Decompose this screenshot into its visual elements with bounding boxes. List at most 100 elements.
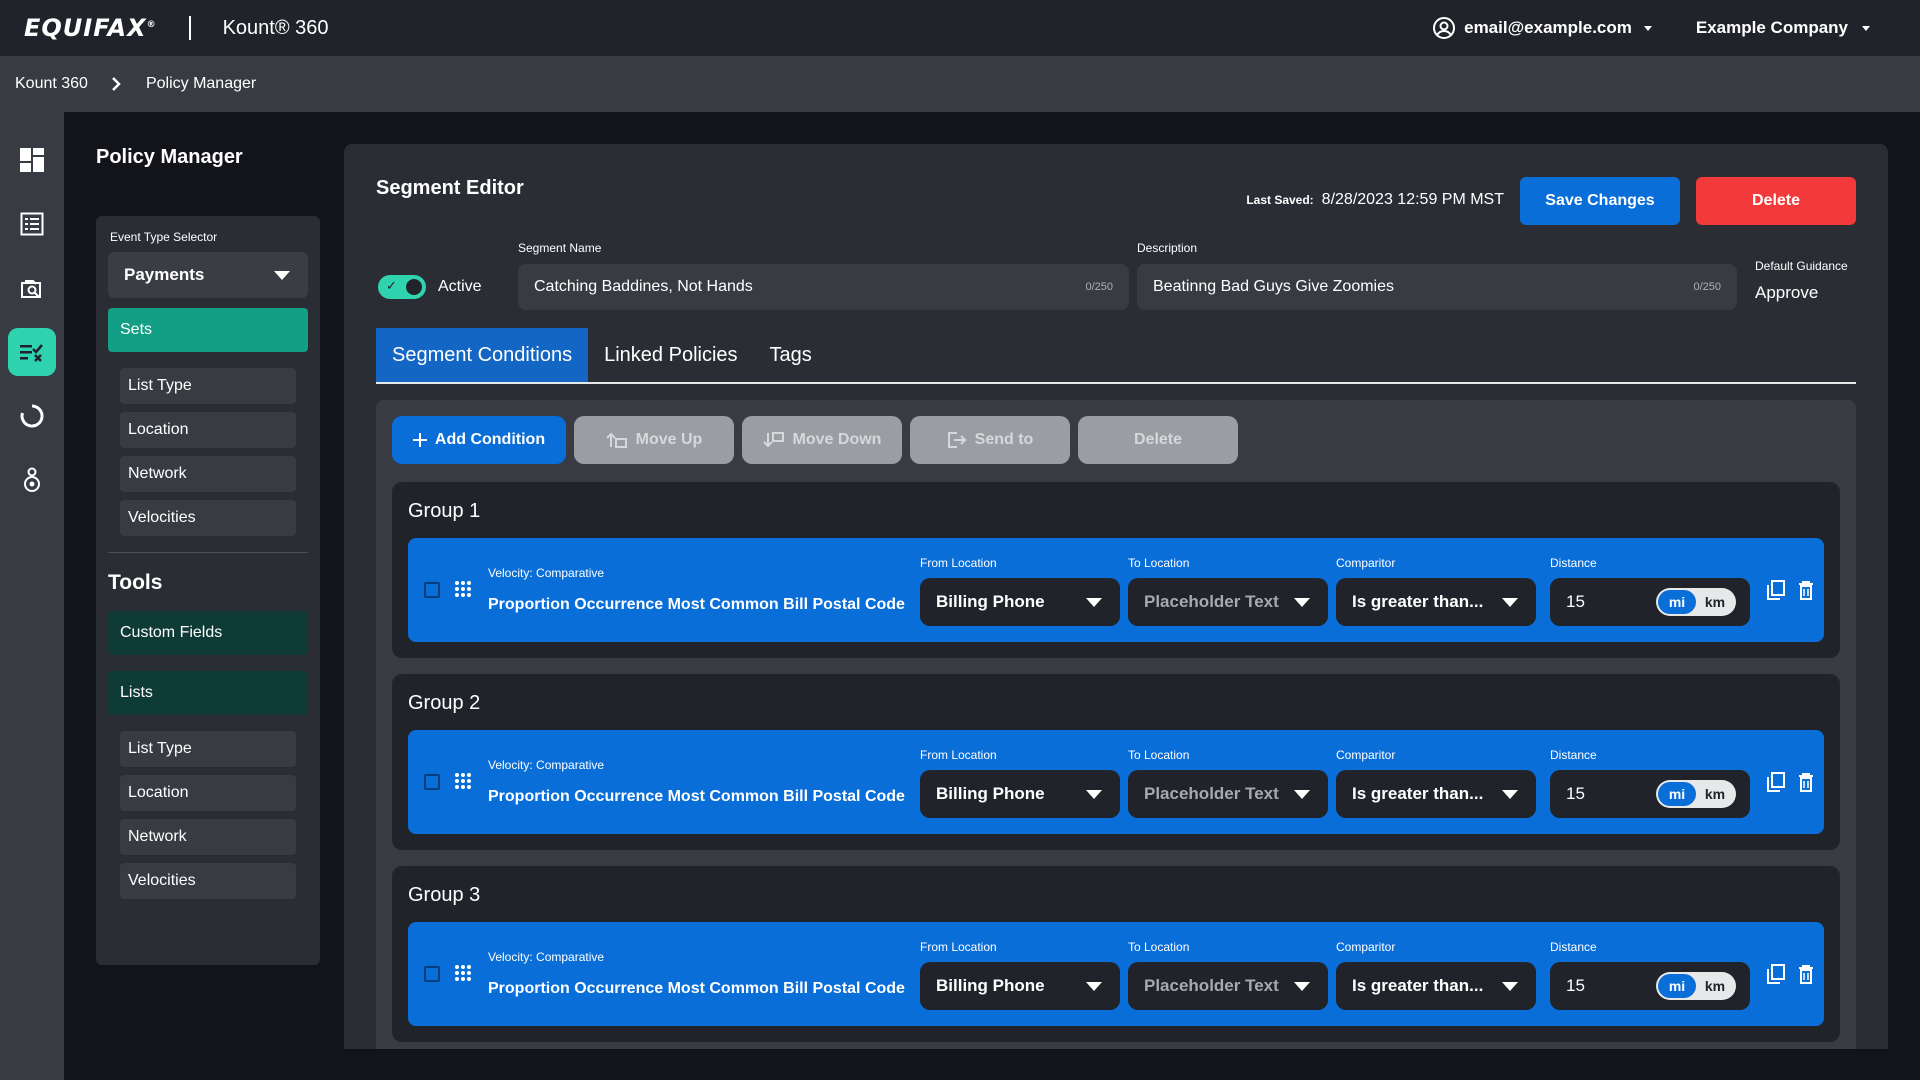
condition-checkbox[interactable] xyxy=(424,582,440,598)
equifax-logo[interactable]: EQUIFAX® xyxy=(24,14,157,42)
description-label: Description xyxy=(1137,241,1198,255)
refresh-icon[interactable] xyxy=(8,392,56,440)
description-field[interactable]: Beatinng Bad Guys Give Zoomies 0/250 xyxy=(1137,264,1737,310)
comparator-select[interactable]: Is greater than... xyxy=(1336,770,1536,818)
sidebar-item-lists[interactable]: Lists xyxy=(108,671,308,715)
list-icon[interactable] xyxy=(8,200,56,248)
copy-icon[interactable] xyxy=(1766,770,1786,794)
unit-toggle[interactable]: mi km xyxy=(1656,780,1736,808)
plus-icon xyxy=(412,433,427,447)
delete-segment-button[interactable]: Delete xyxy=(1696,177,1856,225)
chevron-right-icon xyxy=(110,76,122,92)
to-location-select[interactable]: Placeholder Text xyxy=(1128,962,1328,1010)
sidebar-item-location[interactable]: Location xyxy=(120,412,296,448)
distance-input[interactable]: 15 mi km xyxy=(1550,578,1750,626)
company-menu[interactable]: Example Company xyxy=(1696,18,1870,38)
sidebar-item-custom-fields[interactable]: Custom Fields xyxy=(108,611,308,655)
last-saved: Last Saved: 8/28/2023 12:59 PM MST xyxy=(1246,191,1504,209)
chevron-down-icon xyxy=(1086,597,1102,607)
sidebar-item-velocities[interactable]: Velocities xyxy=(120,863,296,899)
condition-type: Velocity: Comparative xyxy=(488,758,605,772)
tab-bar: Segment Conditions Linked Policies Tags xyxy=(376,328,1856,384)
condition-type: Velocity: Comparative xyxy=(488,950,605,964)
breadcrumb-home[interactable]: Kount 360 xyxy=(15,75,88,93)
chevron-down-icon xyxy=(1294,789,1310,799)
condition-row[interactable]: Velocity: Comparative Proportion Occurre… xyxy=(408,922,1824,1026)
move-down-label: Move Down xyxy=(792,431,882,448)
condition-checkbox[interactable] xyxy=(424,774,440,790)
from-location-select[interactable]: Billing Phone xyxy=(920,770,1120,818)
active-label: Active xyxy=(438,278,482,295)
copy-icon[interactable] xyxy=(1766,578,1786,602)
move-up-button[interactable]: Move Up xyxy=(574,416,734,464)
save-changes-button[interactable]: Save Changes xyxy=(1520,177,1680,225)
sidebar-title: Policy Manager xyxy=(96,146,243,168)
distance-input[interactable]: 15 mi km xyxy=(1550,770,1750,818)
unit-mi[interactable]: mi xyxy=(1658,782,1696,806)
sidebar-item-velocities[interactable]: Velocities xyxy=(120,500,296,536)
dashboard-icon[interactable] xyxy=(8,136,56,184)
chevron-down-icon xyxy=(1086,789,1102,799)
top-bar: EQUIFAX® Kount® 360 email@example.com Ex… xyxy=(0,0,1920,56)
segment-name-label: Segment Name xyxy=(518,241,602,255)
from-location-select[interactable]: Billing Phone xyxy=(920,578,1120,626)
tab-segment-conditions[interactable]: Segment Conditions xyxy=(376,328,589,382)
delete-condition-button[interactable]: Delete xyxy=(1078,416,1238,464)
tab-tags[interactable]: Tags xyxy=(754,328,828,382)
unit-mi[interactable]: mi xyxy=(1658,590,1696,614)
comparator-value: Is greater than... xyxy=(1352,976,1484,995)
comparator-select[interactable]: Is greater than... xyxy=(1336,962,1536,1010)
sidebar-item-location[interactable]: Location xyxy=(120,775,296,811)
user-settings-icon[interactable] xyxy=(8,456,56,504)
unit-km[interactable]: km xyxy=(1696,590,1734,614)
condition-name: Proportion Occurrence Most Common Bill P… xyxy=(488,788,905,805)
move-down-button[interactable]: Move Down xyxy=(742,416,902,464)
group-title: Group 2 xyxy=(408,692,481,714)
active-toggle[interactable]: ✓ xyxy=(378,275,426,299)
user-menu[interactable]: email@example.com xyxy=(1432,16,1652,40)
drag-handle-icon[interactable] xyxy=(454,580,472,598)
sidebar-panel: Event Type Selector Payments Sets List T… xyxy=(96,216,320,965)
unit-mi[interactable]: mi xyxy=(1658,974,1696,998)
add-condition-button[interactable]: Add Condition xyxy=(392,416,566,464)
event-type-select[interactable]: Payments xyxy=(108,252,308,298)
breadcrumb: Kount 360 Policy Manager xyxy=(0,56,1920,112)
group-title: Group 1 xyxy=(408,500,481,522)
policy-icon[interactable] xyxy=(8,328,56,376)
drag-handle-icon[interactable] xyxy=(454,964,472,982)
sidebar-item-network[interactable]: Network xyxy=(120,819,296,855)
unit-km[interactable]: km xyxy=(1696,782,1734,806)
add-condition-label: Add Condition xyxy=(434,431,546,448)
condition-checkbox[interactable] xyxy=(424,966,440,982)
send-to-icon xyxy=(947,432,967,448)
distance-value: 15 xyxy=(1566,592,1585,611)
comparator-select[interactable]: Is greater than... xyxy=(1336,578,1536,626)
send-to-button[interactable]: Send to xyxy=(910,416,1070,464)
sidebar-item-network[interactable]: Network xyxy=(120,456,296,492)
default-guidance-value: Approve xyxy=(1755,283,1819,302)
trash-icon[interactable] xyxy=(1796,578,1816,602)
send-to-label: Send to xyxy=(974,431,1034,448)
to-location-select[interactable]: Placeholder Text xyxy=(1128,578,1328,626)
condition-name: Proportion Occurrence Most Common Bill P… xyxy=(488,596,905,613)
unit-toggle[interactable]: mi km xyxy=(1656,972,1736,1000)
copy-icon[interactable] xyxy=(1766,962,1786,986)
segment-name-field[interactable]: Catching Baddines, Not Hands 0/250 xyxy=(518,264,1129,310)
from-location-select[interactable]: Billing Phone xyxy=(920,962,1120,1010)
condition-group: Group 2 Velocity: Comparative Proportion… xyxy=(392,674,1840,850)
from-location-label: From Location xyxy=(920,556,997,570)
sidebar-item-sets[interactable]: Sets xyxy=(108,308,308,352)
trash-icon[interactable] xyxy=(1796,770,1816,794)
sidebar-item-list-type[interactable]: List Type xyxy=(120,731,296,767)
tab-linked-policies[interactable]: Linked Policies xyxy=(588,328,753,382)
unit-km[interactable]: km xyxy=(1696,974,1734,998)
to-location-select[interactable]: Placeholder Text xyxy=(1128,770,1328,818)
sidebar-item-list-type[interactable]: List Type xyxy=(120,368,296,404)
search-document-icon[interactable] xyxy=(8,264,56,312)
drag-handle-icon[interactable] xyxy=(454,772,472,790)
condition-row[interactable]: Velocity: Comparative Proportion Occurre… xyxy=(408,538,1824,642)
unit-toggle[interactable]: mi km xyxy=(1656,588,1736,616)
trash-icon[interactable] xyxy=(1796,962,1816,986)
distance-input[interactable]: 15 mi km xyxy=(1550,962,1750,1010)
condition-row[interactable]: Velocity: Comparative Proportion Occurre… xyxy=(408,730,1824,834)
